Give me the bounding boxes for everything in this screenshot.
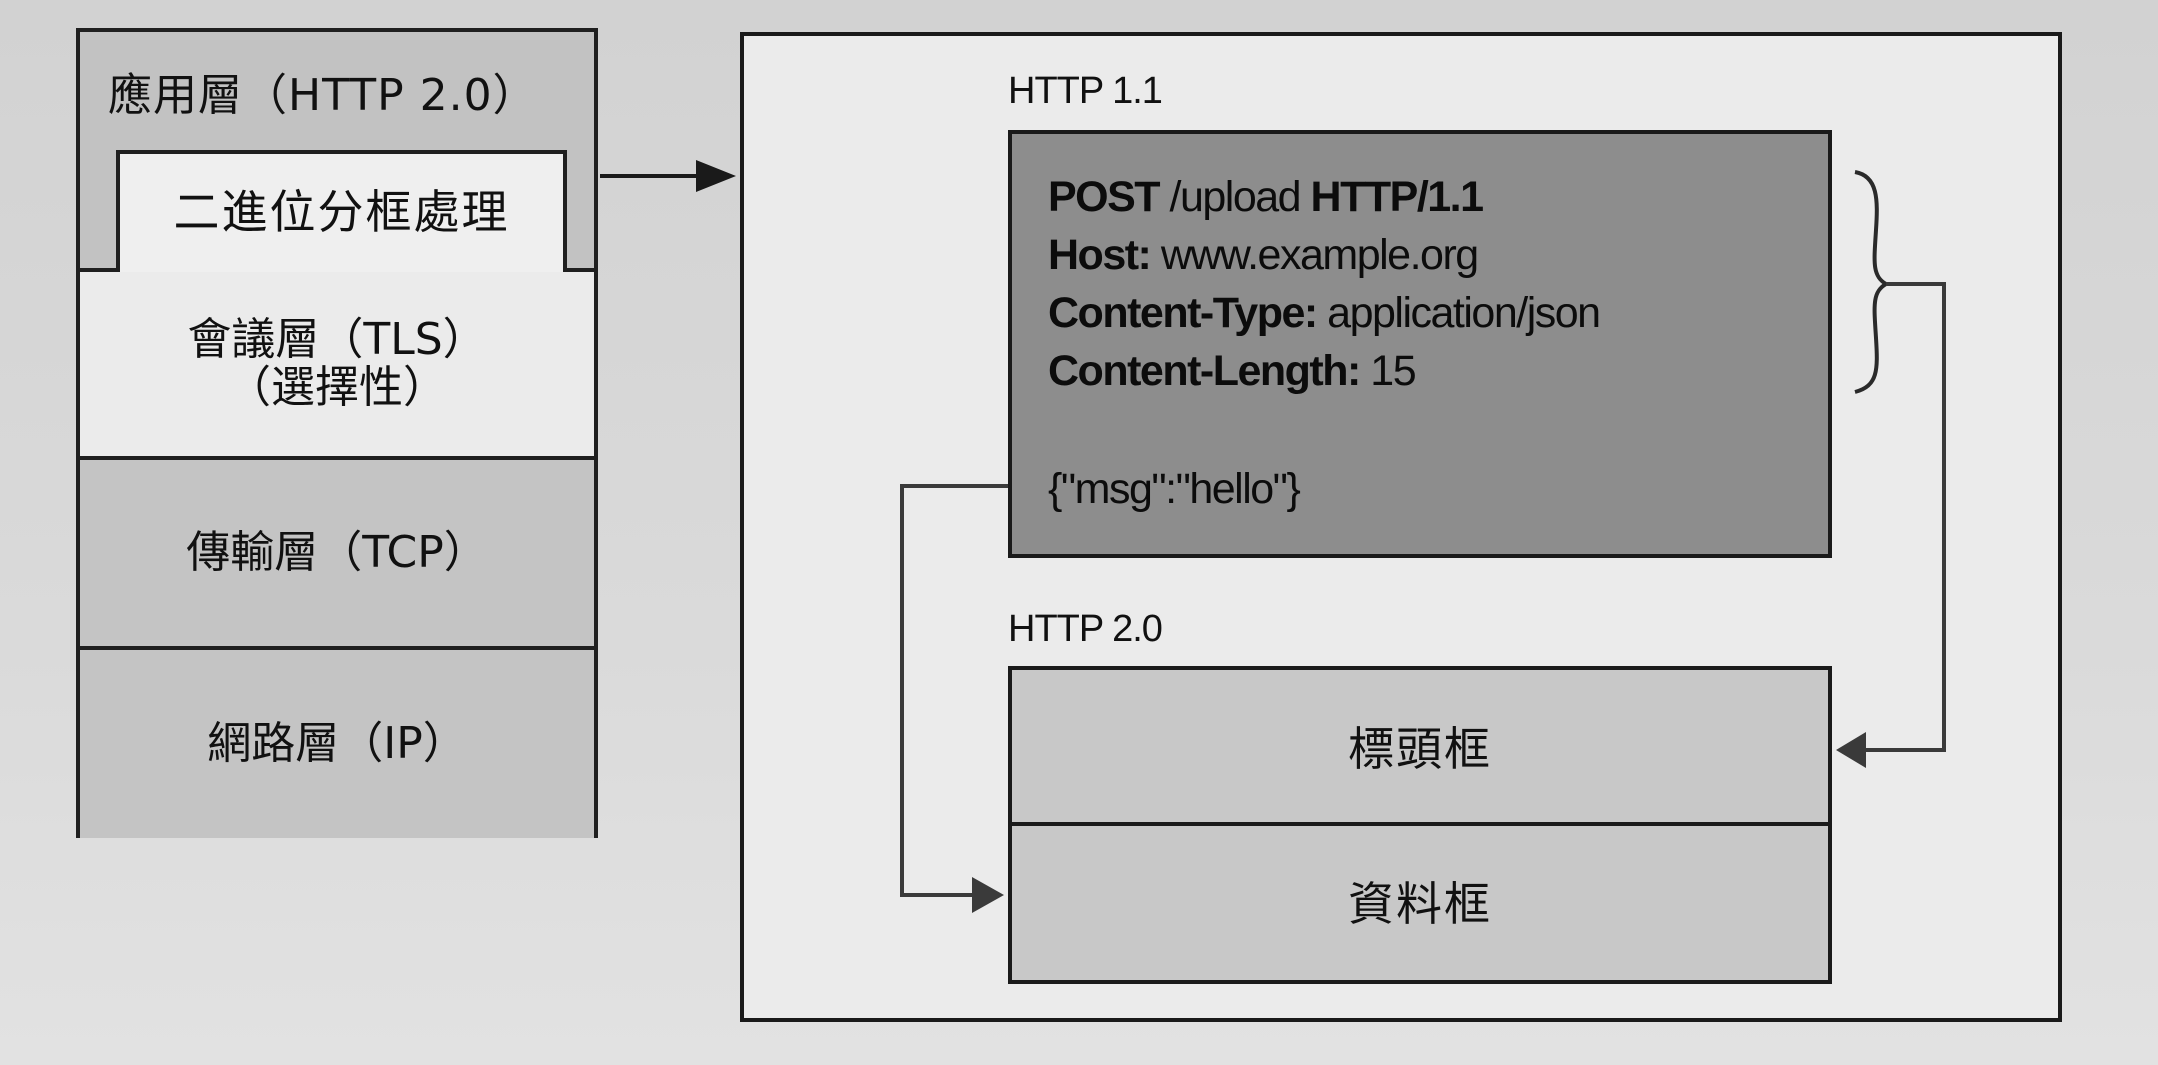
headers-brace: [1854, 170, 1891, 394]
headers-connector: [1836, 282, 1946, 768]
connector-overlay: [600, 160, 1946, 913]
stack-to-panel-arrow: [600, 160, 736, 192]
body-connector: [900, 484, 1008, 913]
